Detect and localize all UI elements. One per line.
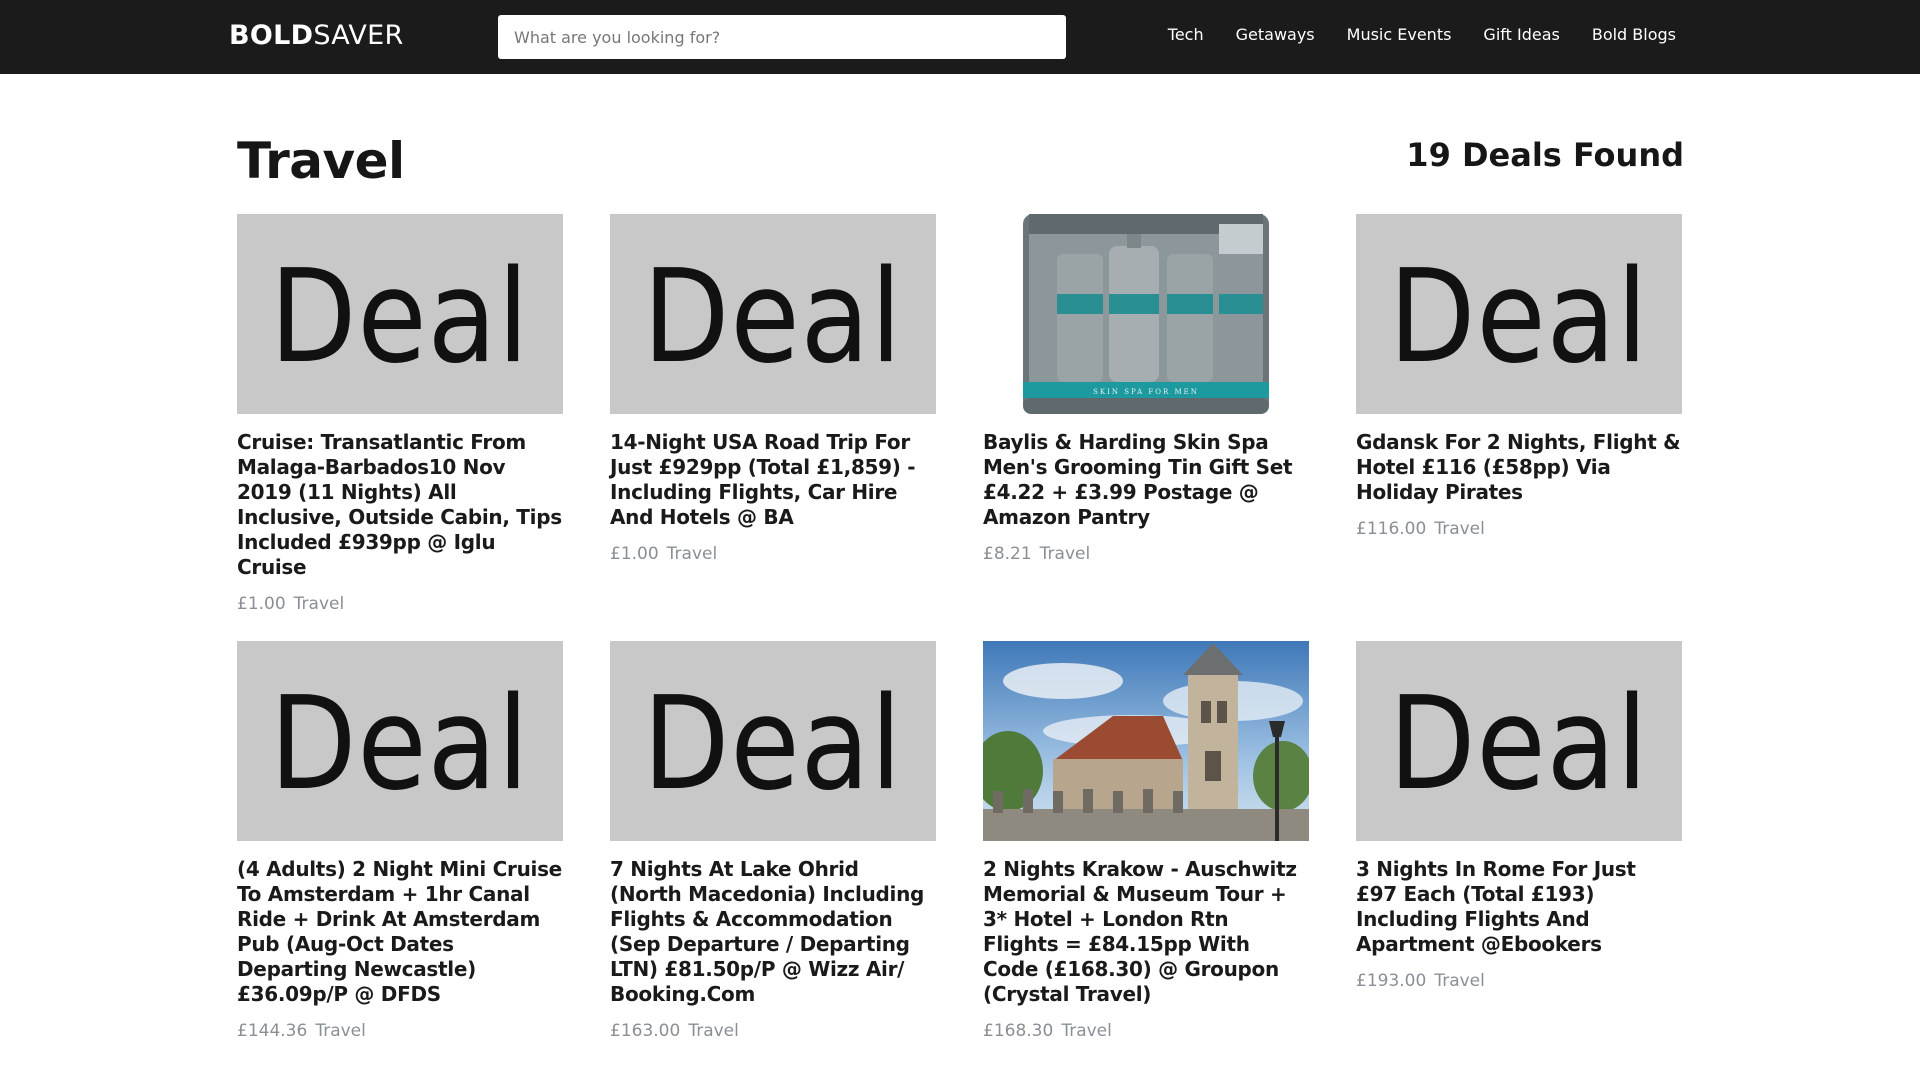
deal-category[interactable]: Travel (688, 1021, 739, 1041)
deal-image-text: Deal (1389, 670, 1649, 819)
logo-light-text: SAVER (313, 20, 404, 51)
deal-category[interactable]: Travel (667, 544, 718, 564)
site-logo[interactable]: BOLDSAVER (229, 20, 404, 51)
deal-meta: £193.00 Travel (1356, 971, 1682, 991)
deal-meta: £8.21 Travel (983, 544, 1309, 564)
deal-title[interactable]: Cruise: Transatlantic From Malaga-Barbad… (237, 430, 563, 580)
deal-card[interactable]: Deal 14-Night USA Road Trip For Just £92… (610, 214, 936, 641)
deal-image-text: Deal (270, 670, 530, 819)
deal-category[interactable]: Travel (1434, 971, 1485, 991)
deal-price: £168.30 (983, 1021, 1054, 1041)
deals-grid: Deal Cruise: Transatlantic From Malaga-B… (237, 214, 1683, 1068)
nav-link-tech[interactable]: Tech (1168, 25, 1204, 44)
deal-placeholder-image[interactable]: Deal (237, 641, 563, 841)
deal-placeholder-image[interactable]: Deal (1356, 641, 1682, 841)
deal-meta: £144.36 Travel (237, 1021, 563, 1041)
deal-image-text: Deal (643, 670, 903, 819)
deal-price: £163.00 (610, 1021, 681, 1041)
deal-placeholder-image[interactable]: Deal (1356, 214, 1682, 414)
deal-placeholder-image[interactable]: Deal (610, 641, 936, 841)
deal-meta: £1.00 Travel (610, 544, 936, 564)
deal-meta: £116.00 Travel (1356, 519, 1682, 539)
deal-price: £193.00 (1356, 971, 1427, 991)
deal-image-text: Deal (643, 243, 903, 392)
deal-card[interactable]: Deal Gdansk For 2 Nights, Flight & Hotel… (1356, 214, 1682, 641)
nav-link-music-events[interactable]: Music Events (1347, 25, 1452, 44)
deal-card[interactable]: Deal 3 Nights In Rome For Just £97 Each … (1356, 641, 1682, 1068)
deal-card[interactable]: Deal 7 Nights At Lake Ohrid (North Maced… (610, 641, 936, 1068)
deal-meta: £1.00 Travel (237, 594, 563, 614)
deal-price: £8.21 (983, 544, 1032, 564)
deal-price: £144.36 (237, 1021, 308, 1041)
deal-card[interactable]: 2 Nights Krakow - Auschwitz Memorial & M… (983, 641, 1309, 1068)
deal-placeholder-image[interactable]: Deal (237, 214, 563, 414)
deal-title[interactable]: Baylis & Harding Skin Spa Men's Grooming… (983, 430, 1309, 530)
deal-card[interactable]: SKIN SPA FOR MEN Baylis & Harding Skin S… (983, 214, 1309, 641)
deal-card[interactable]: Deal Cruise: Transatlantic From Malaga-B… (237, 214, 563, 641)
gift-set-photo[interactable]: SKIN SPA FOR MEN (983, 214, 1309, 414)
deal-category[interactable]: Travel (1434, 519, 1485, 539)
deal-title[interactable]: 7 Nights At Lake Ohrid (North Macedonia)… (610, 857, 936, 1007)
gift-set-illustration: SKIN SPA FOR MEN (1023, 214, 1269, 414)
deal-category[interactable]: Travel (1061, 1021, 1112, 1041)
logo-bold-text: BOLD (229, 20, 314, 51)
deal-price: £1.00 (610, 544, 659, 564)
gift-set-label: SKIN SPA FOR MEN (1093, 388, 1199, 396)
top-navigation-bar: BOLDSAVER Tech Getaways Music Events Gif… (0, 0, 1920, 74)
deals-found-count: 19 Deals Found (1406, 136, 1684, 174)
deal-title[interactable]: (4 Adults) 2 Night Mini Cruise To Amster… (237, 857, 563, 1007)
deal-title[interactable]: Gdansk For 2 Nights, Flight & Hotel £116… (1356, 430, 1682, 505)
deal-title[interactable]: 2 Nights Krakow - Auschwitz Memorial & M… (983, 857, 1309, 1007)
search-input[interactable] (498, 15, 1066, 59)
deal-price: £116.00 (1356, 519, 1427, 539)
deal-image-text: Deal (270, 243, 530, 392)
deal-meta: £163.00 Travel (610, 1021, 936, 1041)
page-title: Travel (237, 132, 405, 190)
deal-placeholder-image[interactable]: Deal (610, 214, 936, 414)
krakow-church-illustration (983, 641, 1309, 841)
main-nav: Tech Getaways Music Events Gift Ideas Bo… (1168, 25, 1676, 44)
deal-title[interactable]: 3 Nights In Rome For Just £97 Each (Tota… (1356, 857, 1682, 957)
nav-link-getaways[interactable]: Getaways (1236, 25, 1315, 44)
deal-price: £1.00 (237, 594, 286, 614)
deal-title[interactable]: 14-Night USA Road Trip For Just £929pp (… (610, 430, 936, 530)
nav-link-gift-ideas[interactable]: Gift Ideas (1483, 25, 1559, 44)
nav-link-bold-blogs[interactable]: Bold Blogs (1592, 25, 1676, 44)
deal-category[interactable]: Travel (315, 1021, 366, 1041)
deal-category[interactable]: Travel (294, 594, 345, 614)
krakow-church-photo[interactable] (983, 641, 1309, 841)
deal-category[interactable]: Travel (1040, 544, 1091, 564)
deal-card[interactable]: Deal (4 Adults) 2 Night Mini Cruise To A… (237, 641, 563, 1068)
deal-meta: £168.30 Travel (983, 1021, 1309, 1041)
deal-image-text: Deal (1389, 243, 1649, 392)
